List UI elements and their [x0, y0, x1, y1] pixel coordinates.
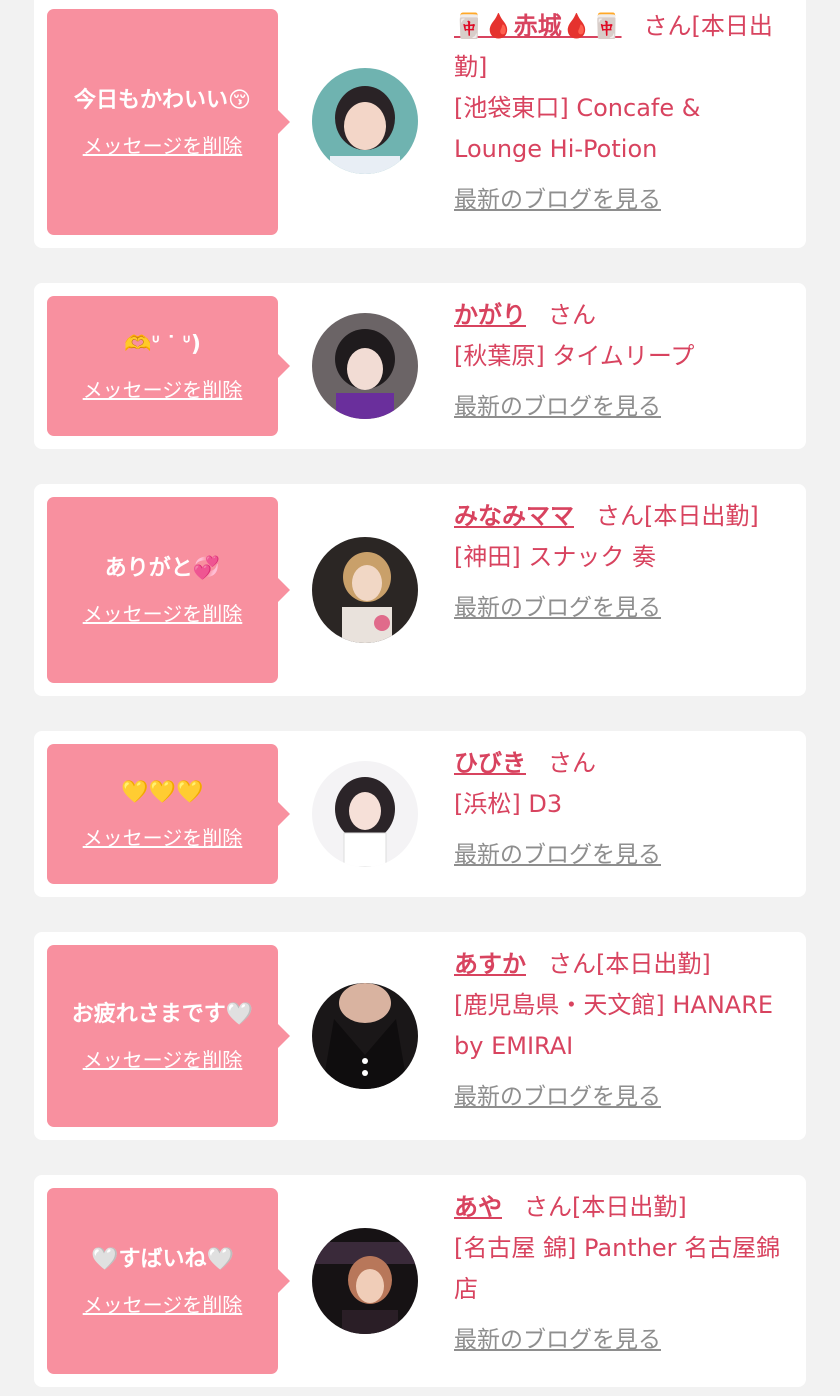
- message-bubble: ありがと💞 メッセージを削除: [47, 497, 290, 683]
- message-bubble: お疲れさまです🤍 メッセージを削除: [47, 945, 290, 1127]
- message-card: お疲れさまです🤍 メッセージを削除 あすか さん[本日出勤] [鹿児島県・天文館]…: [34, 932, 806, 1140]
- cast-status: さん: [548, 749, 596, 777]
- message-text: 🫶ᐡ ᐝ ᐡ): [124, 331, 201, 357]
- view-blog-link[interactable]: 最新のブログを見る: [454, 835, 661, 876]
- message-bubble: 🫶ᐡ ᐝ ᐡ) メッセージを削除: [47, 296, 290, 436]
- message-text: 今日もかわいい😚: [74, 87, 251, 113]
- cast-status: さん[本日出勤]: [548, 950, 711, 978]
- cast-status: さん: [548, 301, 596, 329]
- message-bubble: 💛💛💛 メッセージを削除: [47, 744, 290, 884]
- view-blog-link[interactable]: 最新のブログを見る: [454, 1320, 661, 1361]
- message-card: ありがと💞 メッセージを削除 みなみママ さん[本日出勤] [神田] スナック 奏…: [34, 484, 806, 696]
- shop-name: [秋葉原] タイムリープ: [454, 342, 695, 370]
- message-text: 🤍すばいね🤍: [91, 1246, 234, 1272]
- view-blog-link[interactable]: 最新のブログを見る: [454, 180, 661, 221]
- view-blog-link[interactable]: 最新のブログを見る: [454, 387, 661, 428]
- cast-info: みなみママ さん[本日出勤] [神田] スナック 奏 最新のブログを見る: [454, 496, 794, 629]
- cast-status: さん[本日出勤]: [524, 1193, 687, 1221]
- avatar[interactable]: [312, 983, 418, 1089]
- cast-name-link[interactable]: みなみママ: [454, 502, 574, 530]
- delete-message-link[interactable]: メッセージを削除: [83, 1044, 243, 1073]
- cast-info: 🀄🩸赤城🩸🀄 さん[本日出勤] [池袋東口] Concafe & Lounge H…: [454, 6, 794, 221]
- message-card: 🫶ᐡ ᐝ ᐡ) メッセージを削除 かがり さん [秋葉原] タイムリープ 最新のブ…: [34, 283, 806, 449]
- message-text: ありがと💞: [104, 555, 221, 581]
- view-blog-link[interactable]: 最新のブログを見る: [454, 1077, 661, 1118]
- delete-message-link[interactable]: メッセージを削除: [83, 130, 243, 159]
- cast-name-link[interactable]: ひびき: [454, 749, 526, 777]
- delete-message-link[interactable]: メッセージを削除: [83, 822, 243, 851]
- message-text: お疲れさまです🤍: [71, 1001, 254, 1027]
- cast-info: かがり さん [秋葉原] タイムリープ 最新のブログを見る: [454, 295, 794, 428]
- cast-name-link[interactable]: あすか: [454, 950, 526, 978]
- message-text: 💛💛💛: [121, 779, 204, 805]
- avatar[interactable]: [312, 1228, 418, 1334]
- message-card: 今日もかわいい😚 メッセージを削除 🀄🩸赤城🩸🀄 さん[本日出勤] [池袋東口] …: [34, 0, 806, 248]
- shop-name: [鹿児島県・天文館] HANARE by EMIRAI: [454, 991, 774, 1060]
- message-card: 🤍すばいね🤍 メッセージを削除 あや さん[本日出勤] [名古屋 錦] Panth…: [34, 1175, 806, 1387]
- avatar[interactable]: [312, 537, 418, 643]
- cast-info: ひびき さん [浜松] D3 最新のブログを見る: [454, 743, 794, 876]
- cast-name-link[interactable]: あや: [454, 1193, 502, 1221]
- cast-status: さん[本日出勤]: [596, 502, 759, 530]
- delete-message-link[interactable]: メッセージを削除: [83, 374, 243, 403]
- delete-message-link[interactable]: メッセージを削除: [83, 1289, 243, 1318]
- shop-name: [神田] スナック 奏: [454, 543, 656, 571]
- message-bubble: 🤍すばいね🤍 メッセージを削除: [47, 1188, 290, 1374]
- cast-info: あや さん[本日出勤] [名古屋 錦] Panther 名古屋錦店 最新のブログを…: [454, 1187, 794, 1361]
- shop-name: [池袋東口] Concafe & Lounge Hi-Potion: [454, 94, 701, 163]
- shop-name: [浜松] D3: [454, 790, 563, 818]
- message-list: 今日もかわいい😚 メッセージを削除 🀄🩸赤城🩸🀄 さん[本日出勤] [池袋東口] …: [0, 0, 840, 1396]
- shop-name: [名古屋 錦] Panther 名古屋錦店: [454, 1234, 781, 1303]
- avatar[interactable]: [312, 761, 418, 867]
- message-card: 💛💛💛 メッセージを削除 ひびき さん [浜松] D3 最新のブログを見る: [34, 731, 806, 897]
- view-blog-link[interactable]: 最新のブログを見る: [454, 588, 661, 629]
- cast-name-link[interactable]: 🀄🩸赤城🩸🀄: [454, 12, 622, 40]
- avatar[interactable]: [312, 68, 418, 174]
- cast-info: あすか さん[本日出勤] [鹿児島県・天文館] HANARE by EMIRAI …: [454, 944, 794, 1118]
- message-bubble: 今日もかわいい😚 メッセージを削除: [47, 9, 290, 235]
- delete-message-link[interactable]: メッセージを削除: [83, 598, 243, 627]
- cast-name-link[interactable]: かがり: [454, 301, 526, 329]
- avatar[interactable]: [312, 313, 418, 419]
